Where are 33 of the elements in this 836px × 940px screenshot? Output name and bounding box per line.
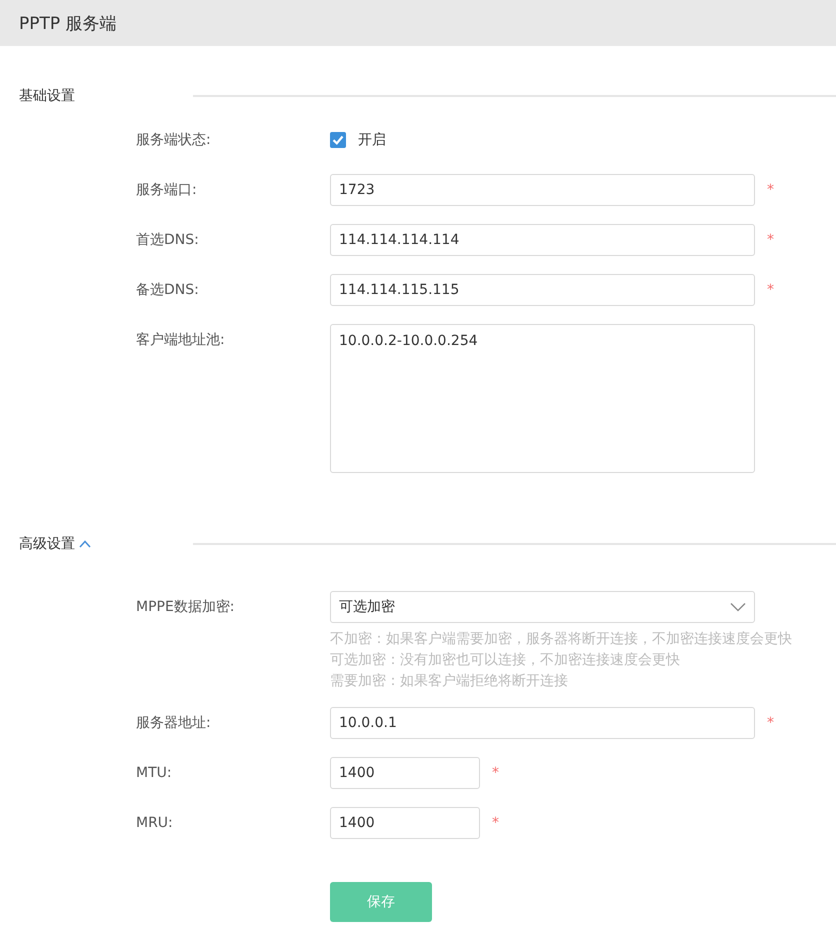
required-mark: * <box>492 814 499 833</box>
field-label: 服务器地址: <box>136 714 212 733</box>
field-label: 备选DNS: <box>136 281 200 300</box>
required-mark: * <box>767 281 774 300</box>
page-title: PPTP 服务端 <box>19 12 117 34</box>
chevron-down-icon <box>730 602 746 612</box>
field-label: 服务端口: <box>136 181 198 200</box>
input-field[interactable]: 1723 <box>330 174 755 206</box>
section-title[interactable]: 高级设置 <box>19 535 75 553</box>
field-label: 服务端状态: <box>136 131 212 150</box>
checkbox-label: 开启 <box>358 131 386 149</box>
field-label: MRU: <box>136 814 174 833</box>
input-field[interactable]: 114.114.115.115 <box>330 274 755 306</box>
hint-text: 可选加密：没有加密也可以连接，不加密连接速度会更快 <box>330 651 681 670</box>
field-label: 首选DNS: <box>136 231 200 250</box>
text-area[interactable]: 10.0.0.2-10.0.0.254 <box>330 324 755 473</box>
hint-text: 需要加密：如果客户端拒绝将断开连接 <box>330 672 569 691</box>
required-mark: * <box>767 714 774 733</box>
field-label: MTU: <box>136 764 173 783</box>
required-mark: * <box>767 231 774 250</box>
input-field[interactable]: 114.114.114.114 <box>330 224 755 256</box>
field-label: MPPE数据加密: <box>136 598 236 617</box>
required-mark: * <box>767 181 774 200</box>
input-field[interactable]: 10.0.0.1 <box>330 707 755 739</box>
required-mark: * <box>492 764 499 783</box>
checkbox[interactable] <box>330 132 346 148</box>
section-title: 基础设置 <box>19 87 75 105</box>
input-field[interactable]: 1400 <box>330 807 480 839</box>
hint-text: 不加密：如果客户端需要加密，服务器将断开连接，不加密连接速度会更快 <box>330 630 792 649</box>
input-field[interactable]: 1400 <box>330 757 480 789</box>
dropdown[interactable]: 可选加密 <box>330 591 755 623</box>
field-label: 客户端地址池: <box>136 331 226 350</box>
chevron-up-icon[interactable] <box>79 540 91 548</box>
